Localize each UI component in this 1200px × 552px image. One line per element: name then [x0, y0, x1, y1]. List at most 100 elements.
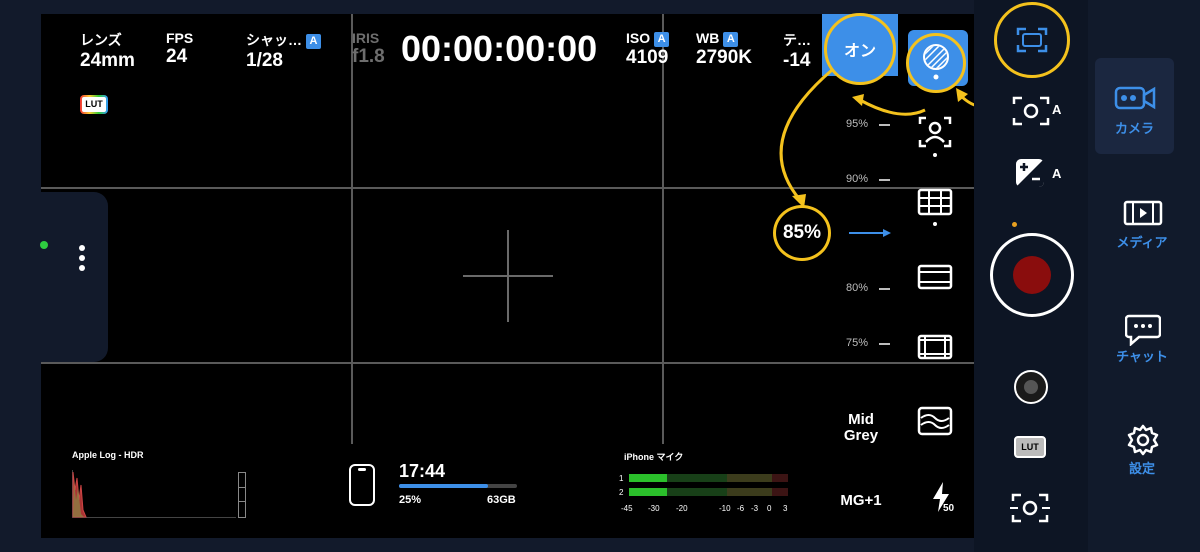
channel-1-label: 1 — [619, 474, 624, 483]
zebra-tick-80 — [879, 288, 890, 290]
histogram-graph — [72, 471, 87, 518]
timecode: 00:00:00:00 — [401, 28, 598, 69]
audio-level-mini — [238, 472, 246, 518]
wb-value: 2790K — [696, 47, 752, 68]
mid-grey-button[interactable]: Mid Grey — [831, 412, 891, 444]
zebra-tick-75 — [879, 343, 890, 345]
frame-expand-icon — [1016, 27, 1048, 53]
phone-storage-icon — [349, 464, 375, 506]
mic-label: iPhone マイク — [624, 452, 684, 462]
lens-icon — [1024, 380, 1038, 394]
tint-label: テ… — [783, 32, 811, 48]
autofocus-auto-label: A — [1052, 102, 1062, 117]
lens-value: 24mm — [80, 50, 135, 71]
grid-line-bottom — [41, 362, 974, 364]
nav-settings[interactable]: 設定 — [1095, 424, 1174, 476]
fps-value: 24 — [166, 46, 188, 67]
lens-label: レンズ — [80, 32, 122, 48]
wb-auto-badge: A — [723, 32, 739, 47]
exposure-auto-label: A — [1052, 166, 1062, 181]
record-button[interactable] — [990, 233, 1074, 317]
nav-camera-label: カメラ — [1114, 121, 1154, 136]
lut-indicator[interactable]: LUT — [80, 95, 108, 114]
record-indicator-dot — [1012, 222, 1017, 227]
exposure-button[interactable] — [1015, 158, 1045, 193]
shutter-label: シャッ… — [246, 32, 302, 48]
autofocus-button[interactable] — [1012, 96, 1050, 131]
histogram[interactable] — [72, 470, 236, 518]
side-drawer[interactable] — [18, 192, 108, 362]
crop-guide-icon — [917, 334, 953, 360]
status-dot — [40, 241, 48, 249]
lens-readout[interactable]: レンズ 24mm — [80, 30, 135, 72]
iso-label: ISO — [626, 30, 651, 46]
meter-scale-label: -30 — [648, 504, 660, 513]
record-icon — [1013, 256, 1051, 294]
grid-line-left — [351, 14, 353, 444]
channel-2-level — [629, 488, 667, 496]
meter-scale-label: -6 — [737, 504, 745, 513]
meter-scale-label: 3 — [783, 504, 788, 513]
flip-camera-button[interactable] — [1010, 492, 1050, 529]
more-vertical-icon — [79, 245, 85, 271]
meter-scale-label: -10 — [719, 504, 731, 513]
lut-indicator-label: LUT — [82, 97, 106, 112]
storage-capacity: 63GB — [487, 494, 516, 506]
nav-chat-label: チャット — [1116, 349, 1168, 364]
storage-bar — [399, 484, 517, 488]
zebra-scale-75: 75% — [846, 337, 869, 349]
battery-percent: 25% — [399, 494, 422, 506]
meter-scale-label: 0 — [767, 504, 772, 513]
shutter-auto-badge: A — [306, 34, 321, 49]
chat-icon — [1125, 314, 1161, 346]
wb-readout[interactable]: WB A 2790K — [696, 30, 752, 69]
waveform-button[interactable] — [917, 404, 953, 438]
log-profile-label: Apple Log - HDR — [72, 450, 144, 460]
meter-scale-label: -3 — [751, 504, 759, 513]
frame-guide-icon — [917, 264, 953, 290]
flash-value: 50 — [943, 503, 955, 514]
camera-control-panel: A A LUT — [974, 0, 1088, 552]
fullscreen-button[interactable] — [994, 2, 1070, 78]
storage-bar-fill — [399, 484, 488, 488]
meter-scale-label: -45 — [621, 504, 633, 513]
wb-label: WB — [696, 30, 720, 46]
channel-1-level — [629, 474, 667, 482]
mg-plus-button[interactable]: MG+1 — [831, 492, 891, 509]
camera-focus-icon — [1012, 96, 1050, 126]
iso-value: 4109 — [626, 47, 669, 68]
nav-media[interactable]: メディア — [1095, 198, 1174, 250]
time-remaining: 17:44 — [399, 461, 446, 481]
flash-button[interactable] — [921, 474, 961, 520]
iris-label: IRIS — [352, 30, 380, 46]
channel-2-label: 2 — [619, 488, 624, 497]
shutter-readout[interactable]: シャッ… A 1/28 — [246, 30, 321, 72]
iso-auto-badge: A — [654, 32, 670, 47]
nav-media-label: メディア — [1116, 235, 1168, 250]
more-options-button[interactable] — [78, 244, 86, 279]
zebra-scale-80: 80% — [846, 282, 869, 294]
crop-guide-button[interactable] — [917, 332, 953, 362]
exposure-icon — [1016, 159, 1044, 187]
gear-icon — [1127, 424, 1159, 456]
fps-label: FPS — [166, 30, 194, 46]
lens-select-button[interactable] — [1014, 370, 1048, 404]
iris-value: f1.8 — [352, 46, 385, 67]
fps-readout[interactable]: FPS 24 — [166, 30, 193, 68]
lut-button[interactable]: LUT — [1014, 436, 1046, 458]
nav-settings-label: 設定 — [1128, 461, 1155, 476]
navigation-sidebar: カメラ メディア チャット 設定 — [1088, 0, 1200, 552]
camera-switch-icon — [1010, 493, 1050, 523]
zebra-level-marker — [883, 229, 891, 237]
nav-camera[interactable]: カメラ — [1095, 58, 1174, 154]
video-camera-icon — [1114, 86, 1156, 110]
frame-guide-button[interactable] — [917, 262, 953, 292]
iris-readout[interactable]: IRIS f1.8 — [352, 30, 385, 68]
meter-scale: -45 -30 -20 -10 -6 -3 0 3 — [621, 504, 793, 516]
nav-chat[interactable]: チャット — [1095, 312, 1174, 364]
waveform-icon — [917, 406, 953, 436]
grid-line-right — [662, 14, 664, 444]
film-icon — [1123, 200, 1163, 226]
shutter-value: 1/28 — [246, 50, 283, 71]
iso-readout[interactable]: ISO A 4109 — [626, 30, 670, 69]
